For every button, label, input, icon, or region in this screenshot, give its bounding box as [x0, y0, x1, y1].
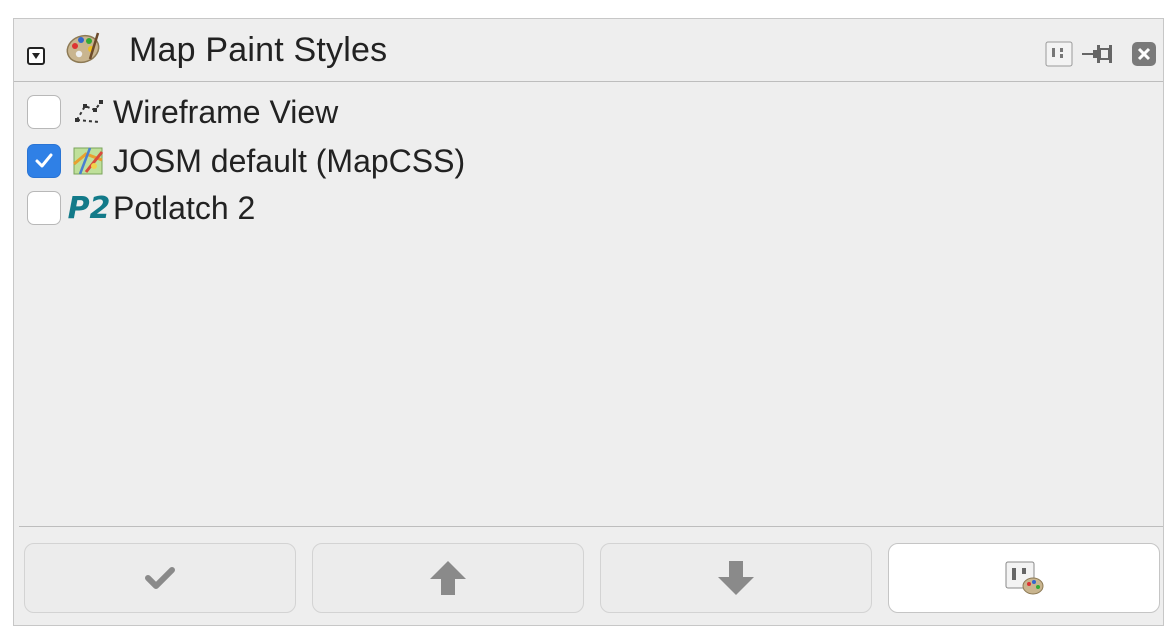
potlatch-icon: P2: [67, 190, 111, 226]
close-panel-icon[interactable]: [1131, 41, 1157, 67]
style-label: JOSM default (MapCSS): [113, 142, 466, 179]
map-paint-styles-panel: Map Paint Styles Wireframe View JOSM def…: [13, 18, 1164, 626]
panel-titlebar: Map Paint Styles: [14, 19, 1163, 82]
arrow-down-icon: [718, 561, 754, 595]
checkmark-icon: [145, 567, 175, 589]
wireframe-icon: [71, 94, 107, 130]
move-up-button[interactable]: [312, 543, 584, 613]
preferences-palette-icon: [1005, 561, 1044, 595]
palette-icon: [66, 32, 100, 64]
configure-panel-icon[interactable]: [1045, 41, 1073, 67]
checkmark-icon: [35, 153, 53, 168]
style-label: Wireframe View: [113, 93, 339, 130]
josm-map-icon: [71, 143, 107, 179]
list-item[interactable]: JOSM default (MapCSS): [19, 139, 465, 183]
pin-icon[interactable]: [1081, 41, 1115, 67]
style-checkbox[interactable]: [27, 191, 61, 225]
style-checkbox[interactable]: [27, 95, 61, 129]
style-preferences-button[interactable]: [888, 543, 1160, 613]
panel-title: Map Paint Styles: [129, 31, 388, 69]
styles-list: Wireframe View JOSM default (MapCSS) P2 …: [19, 82, 1163, 527]
collapse-toggle-icon[interactable]: [27, 47, 45, 65]
arrow-up-icon: [430, 561, 466, 595]
style-label: Potlatch 2: [113, 189, 256, 226]
move-down-button[interactable]: [600, 543, 872, 613]
style-checkbox[interactable]: [27, 144, 61, 178]
list-item[interactable]: P2 Potlatch 2: [19, 186, 255, 230]
list-item[interactable]: Wireframe View: [19, 90, 338, 134]
button-bar: [14, 527, 1163, 627]
activate-button[interactable]: [24, 543, 296, 613]
